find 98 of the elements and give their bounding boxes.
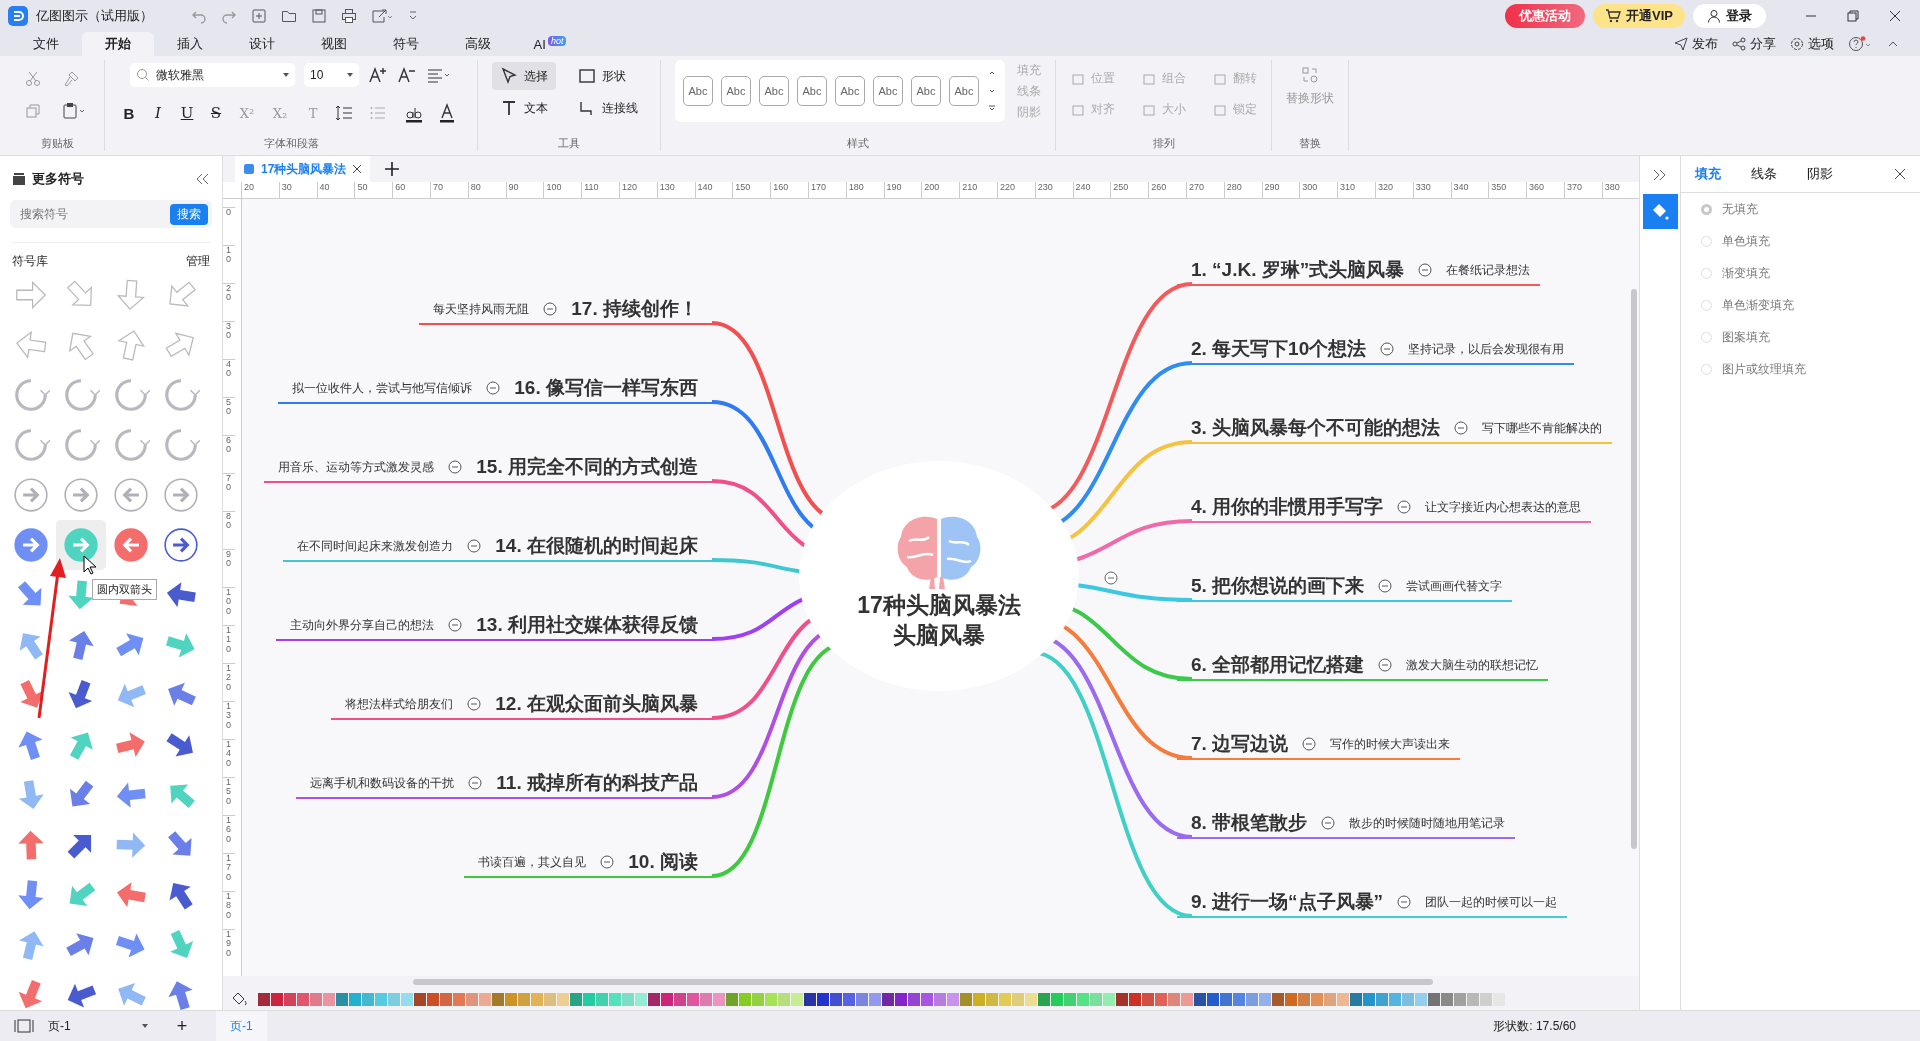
group-label: 排列: [1152, 136, 1175, 151]
group-label: 字体和段落: [263, 136, 319, 151]
font-size-select[interactable]: 10: [304, 63, 359, 87]
vip-button[interactable]: 开通VIP: [1593, 4, 1685, 28]
style-swatch[interactable]: Abc: [835, 76, 865, 106]
menu-tab[interactable]: 开始: [82, 32, 154, 56]
topic-title[interactable]: 1. “J.K. 罗琳”式头脑风暴: [1191, 257, 1405, 283]
document-tab[interactable]: 17种头脑风暴法: [235, 156, 371, 182]
page-tab[interactable]: 页-1: [216, 1011, 267, 1041]
topic-title[interactable]: 9. 进行一场“点子风暴”: [1191, 889, 1384, 915]
share-button[interactable]: 分享: [1732, 35, 1776, 53]
topic-note[interactable]: 在餐纸记录想法: [1446, 261, 1531, 279]
topic-note[interactable]: 远离手机和数码设备的干扰: [310, 774, 455, 792]
add-page-button[interactable]: +: [162, 1015, 202, 1037]
central-subtitle: 头脑风暴: [893, 621, 985, 650]
topic-title[interactable]: 8. 带根笔散步: [1191, 810, 1308, 836]
central-topic[interactable]: 17种头脑风暴法 头脑风暴: [799, 461, 1079, 691]
options-button[interactable]: 选项: [1790, 35, 1834, 53]
promo-button[interactable]: 优惠活动: [1505, 4, 1586, 28]
style-swatch[interactable]: Abc: [797, 76, 827, 106]
shape-count: 形状数: 17.5/60: [1493, 1017, 1576, 1035]
library-label[interactable]: 符号库: [12, 253, 48, 270]
topic-title[interactable]: 11. 戒掉所有的科技产品: [496, 770, 698, 796]
topic-note[interactable]: 每天坚持风雨无阻: [433, 300, 530, 318]
topic-note[interactable]: 拟一位收件人，尝试与他写信倾诉: [292, 379, 473, 397]
topic-title[interactable]: 12. 在观众面前头脑风暴: [495, 691, 698, 717]
topic-title[interactable]: 15. 用完全不同的方式创造: [476, 454, 698, 480]
topic-title[interactable]: 3. 头脑风暴每个不可能的想法: [1191, 415, 1441, 441]
app-title: 亿图图示（试用版）: [36, 7, 153, 25]
topic-title[interactable]: 17. 持续创作！: [571, 296, 698, 322]
topic-note[interactable]: 写作的时候大声读出来: [1330, 735, 1451, 753]
format-button[interactable]: S: [206, 104, 226, 122]
group-label: 替换: [1299, 136, 1321, 151]
search-button[interactable]: 搜索: [170, 203, 208, 225]
style-swatch[interactable]: Abc: [949, 76, 979, 106]
topic-title[interactable]: 13. 利用社交媒体获得反馈: [476, 612, 698, 638]
panel-title[interactable]: 更多符号: [32, 170, 84, 188]
horizontal-ruler: 20 30 40 50 60 70 80 90 100 110 120 130 140 150 160 170 180 190 200 210 220 230 240 250 260 270 280 290 300 310 320 330 340 350 360 370 380: [223, 182, 1639, 199]
topic-title[interactable]: 14. 在很随机的时间起床: [495, 533, 698, 559]
fill-option[interactable]: 渐变填充: [1681, 257, 1920, 289]
page-select[interactable]: 页-1: [48, 1017, 148, 1035]
fill-option[interactable]: 无填充: [1681, 193, 1920, 225]
format-button[interactable]: U: [177, 104, 197, 122]
central-title: 17种头脑风暴法: [857, 591, 1021, 621]
topic-note[interactable]: 写下哪些不肯能解决的: [1482, 419, 1603, 437]
topic-title[interactable]: 5. 把你想说的画下来: [1191, 573, 1365, 599]
topic-note[interactable]: 激发大脑生动的联想记忆: [1406, 656, 1539, 674]
hot-badge: hot: [547, 35, 567, 46]
symbol-search-field[interactable]: 搜索符号 搜索: [10, 200, 212, 228]
tool-button[interactable]: 连接线: [570, 94, 646, 122]
topic-note[interactable]: 将想法样式给朋友们: [345, 695, 454, 713]
topic-note[interactable]: 尝试画画代替文字: [1406, 577, 1503, 595]
topic-title[interactable]: 7. 边写边说: [1191, 731, 1289, 757]
menu-tab[interactable]: 插入: [154, 32, 226, 56]
topic-note[interactable]: 坚持记录，以后会发现很有用: [1408, 340, 1565, 358]
fill-option[interactable]: 单色渐变填充: [1681, 289, 1920, 321]
format-button[interactable]: I: [148, 104, 168, 122]
tooltip: 圆内双箭头: [92, 579, 157, 600]
tool-button[interactable]: 文本: [492, 94, 556, 122]
panel-tab[interactable]: 阴影: [1807, 165, 1833, 183]
topic-title[interactable]: 6. 全部都用记忆搭建: [1191, 652, 1365, 678]
panel-tab[interactable]: 线条: [1751, 165, 1777, 183]
fill-option[interactable]: 图片或纹理填充: [1681, 353, 1920, 385]
topic-title[interactable]: 2. 每天写下10个想法: [1191, 336, 1367, 362]
style-swatch[interactable]: Abc: [873, 76, 903, 106]
tool-button[interactable]: 形状: [570, 62, 646, 90]
fill-option[interactable]: 图案填充: [1681, 321, 1920, 353]
menu-tab[interactable]: 符号: [370, 32, 442, 56]
group-label: 工具: [558, 136, 580, 151]
topic-title[interactable]: 16. 像写信一样写东西: [514, 375, 698, 401]
menu-tab[interactable]: 视图: [298, 32, 370, 56]
topic-note[interactable]: 用音乐、运动等方式激发灵感: [278, 458, 435, 476]
menu-tab[interactable]: 高级: [442, 32, 514, 56]
topic-note[interactable]: 让文字接近内心想表达的意思: [1425, 498, 1582, 516]
topic-note[interactable]: 在不同时间起床来激发创造力: [297, 537, 454, 555]
manage-link[interactable]: 管理: [186, 253, 210, 270]
login-button[interactable]: 登录: [1693, 4, 1766, 28]
publish-button[interactable]: 发布: [1674, 35, 1718, 53]
topic-note[interactable]: 主动向外界分享自己的想法: [290, 616, 435, 634]
tool-button[interactable]: 选择: [492, 62, 556, 90]
topic-note[interactable]: 团队一起的时候可以一起: [1425, 893, 1558, 911]
group-label: 样式: [847, 136, 869, 151]
style-swatch[interactable]: Abc: [721, 76, 751, 106]
topic-title[interactable]: 10. 阅读: [628, 849, 698, 875]
topic-note[interactable]: 散步的时候随时随地用笔记录: [1349, 814, 1506, 832]
style-swatch[interactable]: Abc: [759, 76, 789, 106]
panel-tab[interactable]: 填充: [1695, 165, 1721, 183]
topic-title[interactable]: 4. 用你的非惯用手写字: [1191, 494, 1384, 520]
menu-tab[interactable]: 文件: [10, 32, 82, 56]
style-swatch[interactable]: Abc: [911, 76, 941, 106]
fill-option[interactable]: 单色填充: [1681, 225, 1920, 257]
menu-tab[interactable]: 设计: [226, 32, 298, 56]
format-button[interactable]: B: [119, 104, 139, 122]
menu-tab[interactable]: AI $^{hot}$: [514, 32, 586, 56]
font-family-select[interactable]: 微软雅黑: [130, 63, 295, 87]
group-label: 剪贴板: [40, 136, 74, 151]
style-swatch[interactable]: Abc: [683, 76, 713, 106]
topic-note[interactable]: 书读百遍，其义自见: [478, 853, 587, 871]
